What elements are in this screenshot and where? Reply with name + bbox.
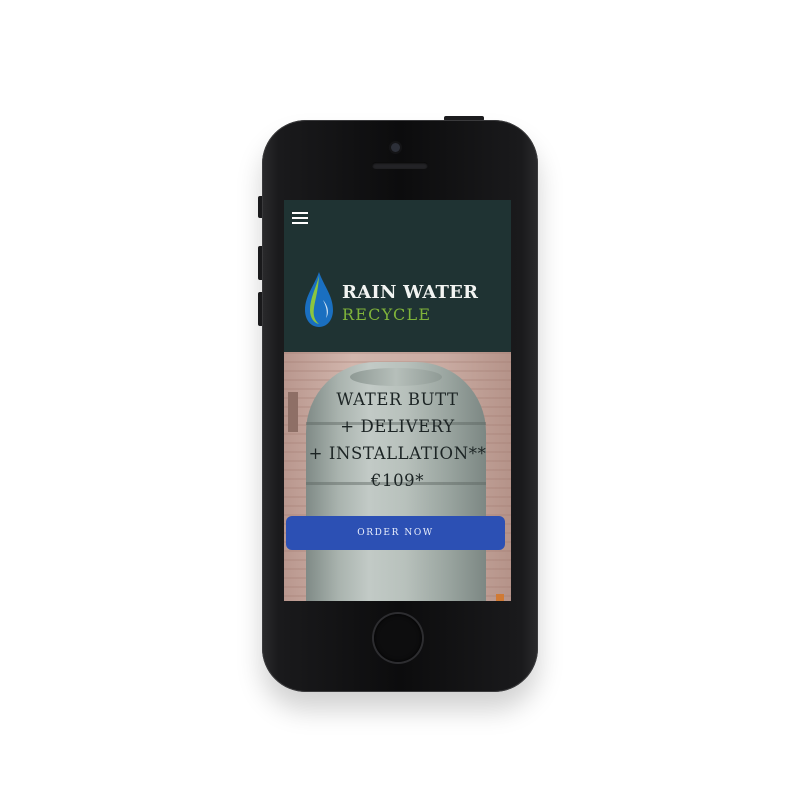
hero-section: WATER BUTT + DELIVERY + INSTALLATION** €…	[284, 352, 511, 601]
water-drop-icon	[305, 272, 333, 327]
tank-lid	[350, 368, 442, 386]
site-header: RAIN WATER RECYCLE	[284, 200, 511, 352]
front-camera	[391, 143, 400, 152]
logo-subtitle: RECYCLE	[342, 305, 432, 324]
phone-screen: RAIN WATER RECYCLE WATER BUTT + DELIVERY…	[284, 200, 511, 601]
home-button	[374, 614, 422, 662]
hero-line-installation: + INSTALLATION**	[308, 444, 487, 463]
hero-offer-text: WATER BUTT + DELIVERY + INSTALLATION** €…	[284, 386, 511, 494]
earpiece-speaker	[372, 162, 428, 169]
hero-line-price: €109*	[370, 471, 425, 490]
background-object	[496, 594, 504, 601]
mockup-stage: RAIN WATER RECYCLE WATER BUTT + DELIVERY…	[0, 0, 800, 800]
order-now-button[interactable]: ORDER NOW	[286, 516, 505, 550]
logo-title: RAIN WATER	[342, 282, 479, 303]
hero-line-delivery: + DELIVERY	[340, 417, 455, 436]
site-logo[interactable]: RAIN WATER RECYCLE	[302, 270, 497, 330]
hero-line-product: WATER BUTT	[336, 390, 459, 409]
hamburger-menu-icon[interactable]	[292, 212, 308, 224]
